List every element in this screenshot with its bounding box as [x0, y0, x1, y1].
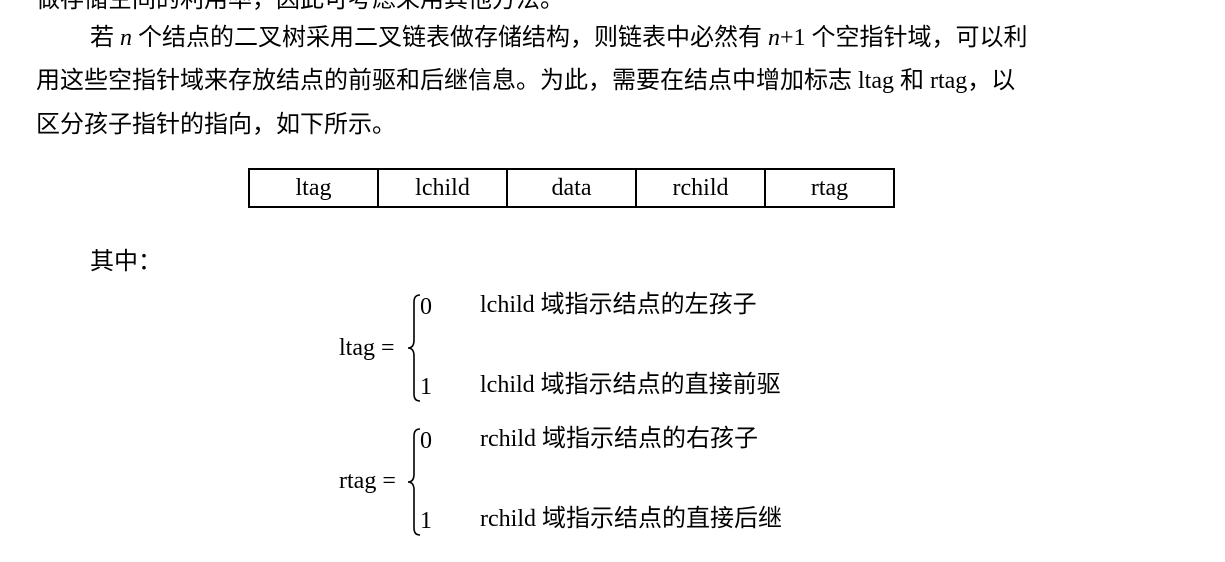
ltag-case-value: 1 — [420, 374, 432, 400]
rtag-case-value: 0 — [420, 428, 432, 454]
rtag-case-meaning: rchild 域指示结点的直接后继 — [480, 506, 782, 532]
field-cell-rchild: rchild — [635, 168, 766, 208]
rtag-definition-name: rtag = — [339, 468, 396, 494]
line-text: 区分孩子指针的指向，如下所示。 — [36, 112, 396, 138]
ltag-case-meaning: lchild 域指示结点的直接前驱 — [480, 372, 781, 398]
line-text: 用这些空指针域来存放结点的前驱和后继信息。为此，需要在结点中增加标志 ltag … — [36, 68, 1016, 94]
math-variable-n: n — [768, 25, 780, 51]
field-cell-lchild: lchild — [377, 168, 508, 208]
node-structure-row: ltag lchild data rchild rtag — [248, 168, 895, 208]
line-text-segment: 个结点的二叉树采用二叉链表做存储结构，则链表中必然有 — [132, 25, 768, 51]
ltag-case-value: 0 — [420, 294, 432, 320]
rtag-case-meaning: rchild 域指示结点的右孩子 — [480, 426, 758, 452]
line-text: 做存储空间的利用率，因此可考虑采用其他方法。 — [36, 0, 564, 13]
rtag-case-value: 1 — [420, 508, 432, 534]
node-structure-table: ltag lchild data rchild rtag — [248, 168, 895, 208]
field-cell-rtag: rtag — [764, 168, 895, 208]
line-text-segment: +1 个空指针域，可以利 — [780, 25, 1028, 51]
line-text-segment: 若 — [90, 25, 120, 51]
paragraph-line: 区分孩子指针的指向，如下所示。 — [36, 111, 396, 139]
paragraph-line: 若 n 个结点的二叉树采用二叉链表做存储结构，则链表中必然有 n+1 个空指针域… — [90, 24, 1028, 52]
paragraph-line-cut-off: 做存储空间的利用率，因此可考虑采用其他方法。 — [36, 0, 564, 14]
ltag-case-meaning: lchild 域指示结点的左孩子 — [480, 292, 757, 318]
where-label-text: 其中： — [90, 249, 162, 275]
field-cell-data: data — [506, 168, 637, 208]
math-variable-n: n — [120, 25, 132, 51]
field-cell-ltag: ltag — [248, 168, 379, 208]
where-label: 其中： — [90, 248, 162, 276]
document-page: 做存储空间的利用率，因此可考虑采用其他方法。 若 n 个结点的二叉树采用二叉链表… — [0, 0, 1225, 562]
paragraph-line: 用这些空指针域来存放结点的前驱和后继信息。为此，需要在结点中增加标志 ltag … — [36, 67, 1015, 95]
ltag-definition-name: ltag = — [339, 335, 395, 361]
